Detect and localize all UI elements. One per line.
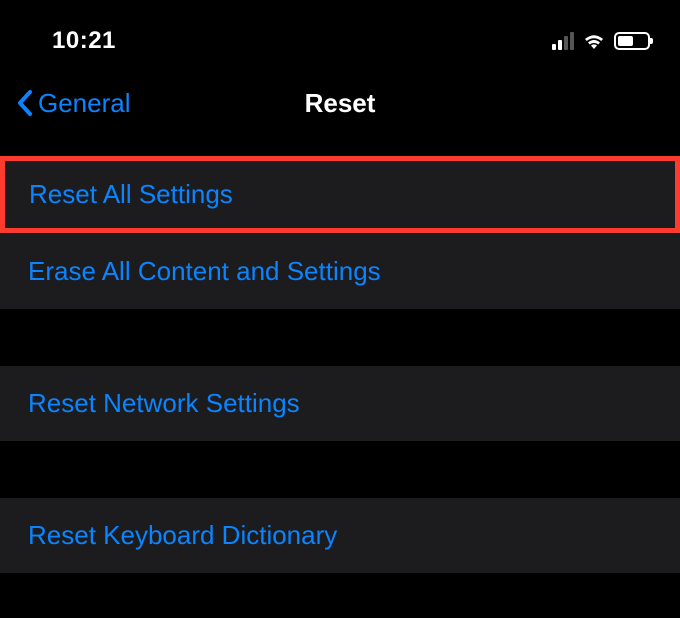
cellular-signal-icon [552, 32, 574, 50]
back-label: General [38, 88, 131, 119]
reset-all-settings-item[interactable]: Reset All Settings [0, 156, 680, 234]
highlight-box: Reset All Settings [0, 156, 680, 233]
reset-network-settings-label: Reset Network Settings [28, 388, 300, 418]
reset-keyboard-dictionary-item[interactable]: Reset Keyboard Dictionary [0, 498, 680, 574]
navigation-bar: General Reset [0, 72, 680, 134]
page-title: Reset [305, 88, 376, 119]
erase-all-content-item[interactable]: Erase All Content and Settings [0, 234, 680, 310]
section-separator [0, 310, 680, 366]
status-icons [552, 32, 650, 50]
battery-icon [614, 32, 650, 50]
content: Reset All Settings Erase All Content and… [0, 156, 680, 574]
reset-all-settings-label: Reset All Settings [29, 179, 233, 209]
status-bar: 10:21 [0, 0, 680, 72]
back-button[interactable]: General [16, 88, 131, 119]
erase-all-content-label: Erase All Content and Settings [28, 256, 381, 286]
section-separator [0, 442, 680, 498]
reset-keyboard-dictionary-label: Reset Keyboard Dictionary [28, 520, 337, 550]
status-time: 10:21 [52, 27, 116, 55]
chevron-left-icon [16, 89, 34, 117]
reset-network-settings-item[interactable]: Reset Network Settings [0, 366, 680, 442]
wifi-icon [582, 32, 606, 50]
